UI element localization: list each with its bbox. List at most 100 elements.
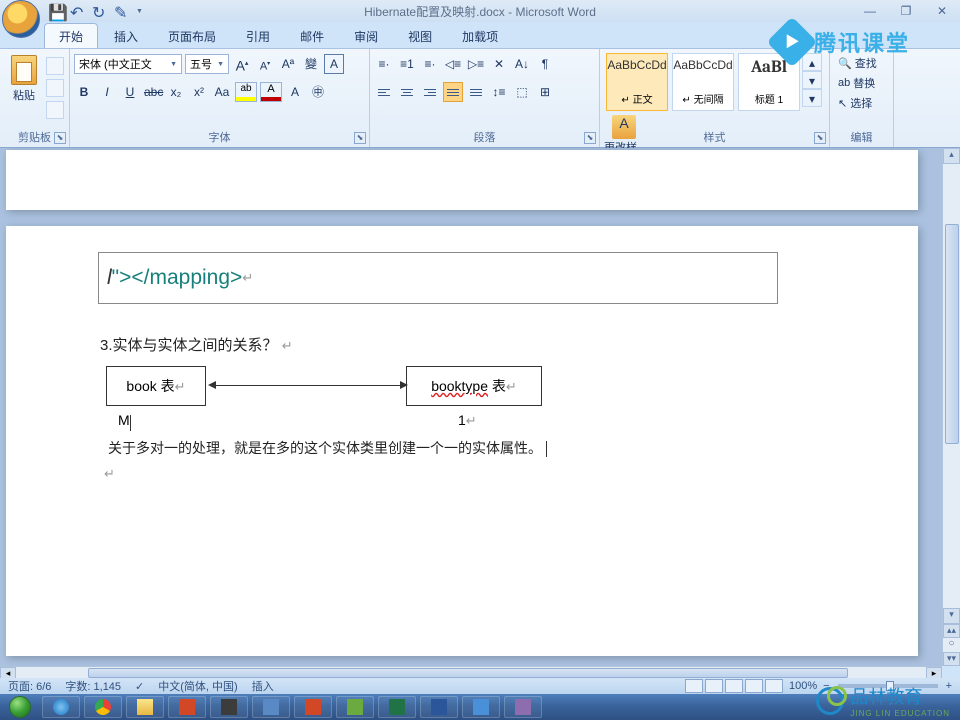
view-draft[interactable] [765,679,783,693]
show-marks-button[interactable]: ¶ [535,54,555,74]
task-editor[interactable] [210,696,248,718]
status-words[interactable]: 字数: 1,145 [65,678,121,694]
vscroll-thumb[interactable] [945,224,959,444]
task-explorer[interactable] [126,696,164,718]
superscript-button[interactable]: x² [189,82,209,102]
paragraph-launcher[interactable]: ⬊ [584,132,596,144]
phonetic-button[interactable]: 變 [301,54,321,74]
scroll-up-button[interactable]: ▴ [943,148,960,164]
tab-view[interactable]: 视图 [394,24,446,48]
tab-insert[interactable]: 插入 [100,24,152,48]
char-shading-button[interactable]: A [285,82,305,102]
strike-button[interactable]: abc [143,82,163,102]
status-mode[interactable]: 插入 [252,678,274,694]
format-painter-button[interactable] [46,101,64,119]
view-full-screen[interactable] [705,679,723,693]
replace-button[interactable]: ab替换 [834,73,889,93]
indent-dec-button[interactable]: ◁≡ [443,54,463,74]
prev-page-button[interactable]: ▴▴ [943,624,960,638]
highlight-button[interactable]: ab [235,82,257,102]
copy-button[interactable] [46,79,64,97]
restore-button[interactable]: ❐ [896,4,916,18]
task-app1[interactable] [252,696,290,718]
font-color-button[interactable]: A [260,82,282,102]
styles-more-button[interactable]: ▾ [802,89,822,107]
view-web-layout[interactable] [725,679,743,693]
status-page[interactable]: 页面: 6/6 [8,678,51,694]
cut-button[interactable] [46,57,64,75]
clear-format-button[interactable]: Aª [278,54,298,74]
indent-inc-button[interactable]: ▷≡ [466,54,486,74]
font-size-select[interactable]: 五号▼ [185,54,229,74]
bullets-button[interactable]: ≡· [374,54,394,74]
task-app2[interactable] [294,696,332,718]
minimize-button[interactable]: — [860,4,880,18]
scroll-down-button[interactable]: ▾ [943,608,960,624]
bold-button[interactable]: B [74,82,94,102]
next-page-button[interactable]: ▾▾ [943,652,960,666]
task-app4[interactable] [462,696,500,718]
align-right-button[interactable] [420,82,440,102]
style-no-spacing[interactable]: AaBbCcDd ↵ 无间隔 [672,53,734,111]
italic-button[interactable]: I [97,82,117,102]
clipboard-launcher[interactable]: ⬊ [54,132,66,144]
sort-button[interactable]: A↓ [512,54,532,74]
task-app5[interactable] [504,696,542,718]
qat-icon[interactable]: ✎ [114,3,130,19]
tab-page-layout[interactable]: 页面布局 [154,24,230,48]
status-proof-icon[interactable]: ✓ [135,680,144,693]
align-justify-button[interactable] [443,82,463,102]
font-name-select[interactable]: 宋体 (中文正文▼ [74,54,182,74]
tab-review[interactable]: 审阅 [340,24,392,48]
align-left-button[interactable] [374,82,394,102]
char-border-button[interactable]: A [324,54,344,74]
task-word[interactable] [420,696,458,718]
office-button[interactable] [2,0,40,38]
multilevel-button[interactable]: ≡· [420,54,440,74]
borders-button[interactable]: ⊞ [535,82,555,102]
start-button[interactable] [2,694,38,720]
undo-icon[interactable]: ↶ [70,3,86,19]
paste-button[interactable]: 粘贴 [4,55,44,103]
ibeam-cursor [130,415,131,431]
tab-addins[interactable]: 加载项 [448,24,512,48]
select-button[interactable]: ↖选择 [834,93,889,113]
numbering-button[interactable]: ≡1 [397,54,417,74]
task-powerpoint[interactable] [168,696,206,718]
underline-button[interactable]: U [120,82,140,102]
view-print-layout[interactable] [685,679,703,693]
save-icon[interactable]: 💾 [48,3,64,19]
redo-icon[interactable]: ↻ [92,3,108,19]
hscroll-thumb[interactable] [88,668,848,678]
qat-dropdown-icon[interactable]: ▼ [136,8,143,15]
shading-button[interactable]: ⬚ [512,82,532,102]
group-clipboard: 粘贴 剪贴板 ⬊ [0,49,70,147]
tab-mailings[interactable]: 邮件 [286,24,338,48]
asian-layout-button[interactable]: ✕ [489,54,509,74]
styles-launcher[interactable]: ⬊ [814,132,826,144]
align-distribute-button[interactable] [466,82,486,102]
task-chrome[interactable] [84,696,122,718]
task-ie[interactable] [42,696,80,718]
document-area[interactable]: l"></mapping>↵ 3.实体与实体之间的关系？ ↵ book 表↵ b… [0,148,942,666]
zoom-level[interactable]: 100% [789,680,817,692]
shrink-font-button[interactable]: A▾ [255,54,275,74]
subscript-button[interactable]: x₂ [166,82,186,102]
tab-home[interactable]: 开始 [44,23,98,48]
enclose-char-button[interactable]: ㊥ [308,82,328,102]
close-button[interactable]: ✕ [932,4,952,18]
font-launcher[interactable]: ⬊ [354,132,366,144]
styles-down-button[interactable]: ▾ [802,71,822,89]
tab-references[interactable]: 引用 [232,24,284,48]
line-spacing-button[interactable]: ↕≡ [489,82,509,102]
status-language[interactable]: 中文(简体, 中国) [158,678,237,694]
task-app3[interactable] [336,696,374,718]
align-center-button[interactable] [397,82,417,102]
task-excel[interactable] [378,696,416,718]
view-outline[interactable] [745,679,763,693]
style-normal[interactable]: AaBbCcDd ↵ 正文 [606,53,668,111]
vertical-scrollbar[interactable]: ▴ ▾ ▴▴ ○ ▾▾ [942,148,960,666]
change-case-button[interactable]: Aa [212,82,232,102]
browse-object-button[interactable]: ○ [943,638,960,652]
grow-font-button[interactable]: A▴ [232,54,252,74]
